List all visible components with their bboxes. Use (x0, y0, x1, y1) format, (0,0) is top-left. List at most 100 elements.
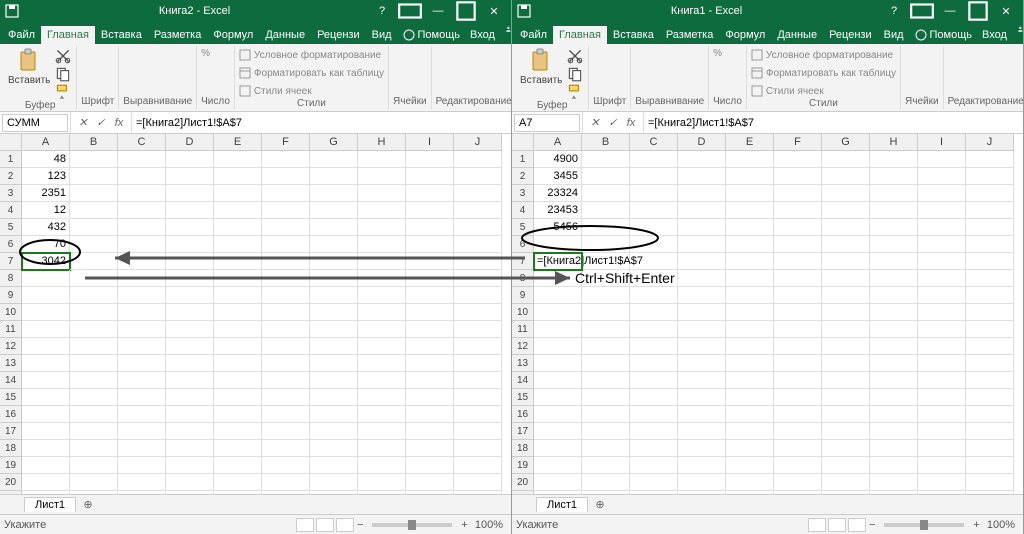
cell[interactable] (406, 474, 454, 491)
cell[interactable] (358, 457, 406, 474)
cell[interactable] (822, 321, 870, 338)
cell[interactable] (454, 270, 502, 287)
cell[interactable] (678, 491, 726, 494)
cell[interactable] (870, 304, 918, 321)
cell[interactable] (774, 423, 822, 440)
cell[interactable] (966, 338, 1014, 355)
cell[interactable] (534, 270, 582, 287)
cell[interactable] (454, 491, 502, 494)
cell[interactable] (406, 389, 454, 406)
cell[interactable] (630, 168, 678, 185)
login-menu[interactable]: Вход (977, 26, 1012, 44)
cancel-formula-icon[interactable]: ✕ (75, 115, 91, 131)
cell[interactable] (166, 474, 214, 491)
cell[interactable] (166, 440, 214, 457)
cell[interactable] (582, 185, 630, 202)
cell[interactable] (22, 406, 70, 423)
align-group[interactable]: Выравнивание (631, 46, 709, 109)
row-header[interactable]: 10 (512, 304, 534, 321)
cell[interactable] (726, 287, 774, 304)
cell[interactable] (870, 185, 918, 202)
cell[interactable] (870, 372, 918, 389)
cell[interactable] (966, 202, 1014, 219)
name-box[interactable]: A7 (514, 114, 580, 132)
cell[interactable] (262, 236, 310, 253)
cell[interactable] (630, 151, 678, 168)
cell[interactable] (918, 338, 966, 355)
cell[interactable] (214, 457, 262, 474)
cell[interactable] (966, 253, 1014, 270)
cell[interactable] (310, 270, 358, 287)
cell[interactable]: 3455 (534, 168, 582, 185)
cell[interactable] (678, 202, 726, 219)
cell[interactable] (214, 406, 262, 423)
cell[interactable] (310, 423, 358, 440)
cell[interactable] (582, 151, 630, 168)
cell[interactable] (118, 338, 166, 355)
cell[interactable] (310, 185, 358, 202)
cell[interactable] (726, 389, 774, 406)
row-header[interactable]: 9 (512, 287, 534, 304)
cell[interactable] (118, 236, 166, 253)
cell[interactable] (70, 440, 118, 457)
cell[interactable] (582, 355, 630, 372)
cell[interactable] (70, 338, 118, 355)
cell[interactable] (70, 389, 118, 406)
editing-group[interactable]: Редактирование (944, 46, 1024, 109)
cell[interactable] (534, 236, 582, 253)
cell[interactable] (262, 219, 310, 236)
cell[interactable] (358, 406, 406, 423)
cell[interactable] (726, 168, 774, 185)
tab-file[interactable]: Файл (514, 26, 553, 44)
cell[interactable] (774, 474, 822, 491)
cell[interactable] (774, 338, 822, 355)
cell[interactable] (214, 423, 262, 440)
cell[interactable] (630, 304, 678, 321)
cell[interactable] (678, 406, 726, 423)
cell[interactable] (214, 185, 262, 202)
row-header[interactable]: 13 (0, 355, 22, 372)
cell[interactable] (406, 321, 454, 338)
cell[interactable] (870, 457, 918, 474)
cell[interactable] (726, 372, 774, 389)
cell[interactable] (582, 236, 630, 253)
cell[interactable] (70, 406, 118, 423)
cell[interactable] (118, 457, 166, 474)
cell[interactable] (70, 202, 118, 219)
zoom-out-icon[interactable]: − (354, 519, 366, 531)
cell[interactable] (822, 270, 870, 287)
cell[interactable] (966, 423, 1014, 440)
cell[interactable] (630, 457, 678, 474)
cell[interactable] (822, 287, 870, 304)
cell[interactable] (454, 372, 502, 389)
cell[interactable]: 432 (22, 219, 70, 236)
cell[interactable] (582, 423, 630, 440)
cell[interactable] (726, 202, 774, 219)
cells-group[interactable]: Ячейки (901, 46, 944, 109)
cell[interactable] (310, 355, 358, 372)
cell[interactable] (358, 304, 406, 321)
cell[interactable] (822, 372, 870, 389)
cell[interactable] (822, 355, 870, 372)
ribbon-display-icon[interactable] (909, 2, 935, 20)
cell[interactable] (822, 185, 870, 202)
cell[interactable] (774, 372, 822, 389)
cell[interactable] (118, 168, 166, 185)
cell[interactable] (534, 304, 582, 321)
row-header[interactable]: 6 (0, 236, 22, 253)
cell[interactable] (166, 202, 214, 219)
column-header[interactable]: A (534, 134, 582, 151)
sheet-tab[interactable]: Лист1 (536, 497, 588, 512)
cell[interactable] (678, 355, 726, 372)
number-group[interactable]: %Число (709, 46, 747, 109)
cell[interactable] (774, 168, 822, 185)
cell[interactable] (310, 304, 358, 321)
row-header[interactable]: 12 (512, 338, 534, 355)
cell[interactable]: 48 (22, 151, 70, 168)
cell[interactable] (582, 389, 630, 406)
cell[interactable] (166, 406, 214, 423)
cell[interactable] (406, 151, 454, 168)
zoom-out-icon[interactable]: − (866, 519, 878, 531)
column-header[interactable]: H (358, 134, 406, 151)
cell[interactable] (918, 474, 966, 491)
